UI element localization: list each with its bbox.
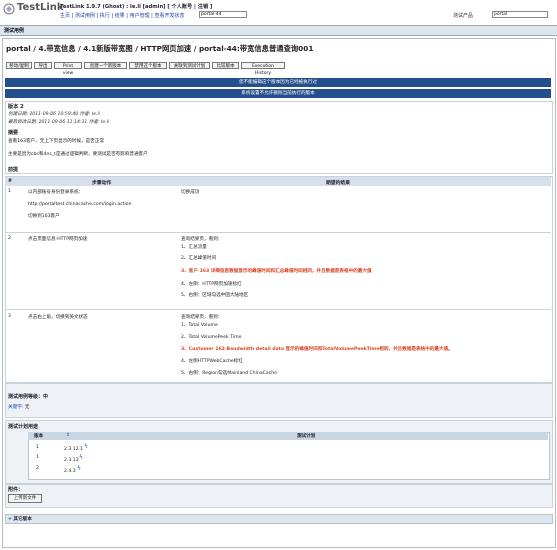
nav-results[interactable]: 结果 xyxy=(115,13,125,19)
importance: 测试用例等级：中 xyxy=(8,394,49,400)
steps-table-header xyxy=(5,177,551,186)
plan-name: 2.3.12.1 xyxy=(64,447,83,452)
nav-execute[interactable]: 执行 xyxy=(100,13,110,19)
created-info: 创建日期: 2011-09-06 10:59:40 作者: le.li xyxy=(8,112,100,117)
nav-users[interactable]: 用户管理 xyxy=(130,13,150,19)
section-bar xyxy=(0,25,557,36)
col-header-expected: 期望的结果 xyxy=(326,181,350,186)
upload-file-button[interactable]: 上传新文件 xyxy=(8,494,42,503)
testplan-usage-label: 测试计划用途 xyxy=(8,424,39,430)
plan-version: 1 xyxy=(36,455,39,460)
keywords: 关键字: 无 xyxy=(8,404,29,410)
modified-info: 最后修改日期: 2011-09-06 11:14:31 作者: le.li xyxy=(8,120,110,125)
other-versions-bar[interactable] xyxy=(5,514,553,524)
step-action: 切换到163客户 xyxy=(28,214,60,219)
nav-home[interactable]: 主页 xyxy=(60,13,70,19)
col-header-testplan: 测试计划 xyxy=(297,434,316,439)
plan-name: 2.3.13 xyxy=(64,458,79,463)
step-action: http://portaltest.chinacache.com/login.a… xyxy=(28,202,132,207)
step-expected: 查询结果页，看到： xyxy=(181,237,223,242)
row-divider xyxy=(5,309,551,310)
nav-dev-status[interactable]: 查看开发状态 xyxy=(154,13,184,19)
create-version-button[interactable]: 创建一个新版本 xyxy=(84,62,127,69)
step-expected: 2、汇总峰值时间 xyxy=(181,256,217,261)
step-expected: 5、右侧：区域勾选中国大陆地区 xyxy=(181,293,249,298)
row-divider xyxy=(5,232,551,233)
step-expected: 5、右侧：Region勾选Mainland ChinaCache xyxy=(181,371,277,376)
summary-text: 主要是因为cbc和dns_t是通过逻辑判断，要测试是否有影响普通客户 xyxy=(8,152,148,157)
step-expected-highlight: 3、Customer 163 Bandwidth detail data 显示的… xyxy=(181,347,453,352)
step-expected: 4、左侧HTTPWebCache标红 xyxy=(181,359,243,364)
testplan-table-header xyxy=(28,432,548,440)
other-versions-label[interactable]: + 其它版本 xyxy=(8,516,32,522)
plan-version: 1 xyxy=(36,445,39,450)
nav-testcases[interactable]: 测试用例 xyxy=(75,13,95,19)
step-expected-highlight: 3、客户 163 详细信息数据显示的峰值时间和汇总峰值时间相同，并且数据是表格中… xyxy=(181,269,372,274)
export-button[interactable]: 导出 xyxy=(34,62,52,69)
main-nav: 主页 | 测试用例 | 执行 | 结果 | 用户管理 | 查看开发状态 xyxy=(60,13,185,19)
summary-label: 摘要 xyxy=(8,130,19,136)
keywords-label: 关键字: xyxy=(8,405,24,410)
testcase-title: portal / 4.带宽信息 / 4.1新版带宽图 / HTTP网页加速 / … xyxy=(6,44,314,53)
step-expected: 2、Total VolumePeek Time xyxy=(181,335,242,340)
attachments-block xyxy=(5,484,553,508)
warning-not-editable: 您不能编辑这个版本因为已经被执行过 xyxy=(5,78,551,87)
step-expected: 1、Total Volume xyxy=(181,323,218,328)
app-version[interactable]: TestLink 1.9.7 (Ghost) : le.li [admin] [… xyxy=(60,3,212,10)
attachments-label: 附件： xyxy=(8,487,24,493)
step-number: 3 xyxy=(8,314,11,319)
step-number: 2 xyxy=(8,236,11,241)
print-view-button[interactable]: Print view xyxy=(54,62,82,76)
plan-version: 2 xyxy=(36,466,39,471)
step-expected: 查询结果页，看到： xyxy=(181,315,223,320)
disable-version-button[interactable]: 禁用这个版本 xyxy=(129,62,167,69)
other-versions-text: 其它版本 xyxy=(13,517,32,522)
warning-not-deletable: 系统设置不允许删除当前执行的版本 xyxy=(5,89,551,98)
testcase-search-input[interactable] xyxy=(199,11,247,18)
col-header-action: 步骤动作 xyxy=(92,181,112,186)
step-action: 点击右上角，切换到英文状态 xyxy=(28,315,88,320)
step-expected: 1、汇总流量 xyxy=(181,245,207,250)
keywords-value: 无 xyxy=(24,405,30,410)
sort-icon[interactable]: ⇕ xyxy=(66,433,70,438)
project-select[interactable]: portal xyxy=(492,11,548,18)
col-header-num: # xyxy=(8,179,13,184)
preconditions-label: 前提 xyxy=(8,167,19,173)
col-header-version: 版本 xyxy=(34,434,44,439)
testlink-logo-icon xyxy=(3,3,15,15)
step-number: 1 xyxy=(8,189,11,194)
link-testplan-button[interactable]: 关联到测试计划 xyxy=(169,62,210,69)
step-expected: 切换成功 xyxy=(181,190,200,195)
move-copy-button[interactable]: 移动/复制 xyxy=(6,62,32,69)
version-label: 版本 2 xyxy=(8,104,24,110)
step-action: 以内部账号身份登录系统： xyxy=(28,190,84,195)
execute-lightning-icon[interactable]: ϟ xyxy=(84,443,88,450)
section-title: 测试用例 xyxy=(4,28,25,34)
logo-text: TestLink xyxy=(17,2,64,13)
step-action: 点击页面信息-HTTP网页加速 xyxy=(28,237,88,242)
plan-name: 2.4.3 xyxy=(64,469,76,474)
step-expected: 4、左侧：HTTP网页加速标红 xyxy=(181,282,242,287)
execution-history-button[interactable]: Execution History xyxy=(241,62,285,76)
execute-lightning-icon[interactable]: ϟ xyxy=(79,454,83,461)
execute-lightning-icon[interactable]: ϟ xyxy=(77,465,81,472)
compare-versions-button[interactable]: 比较版本 xyxy=(212,62,239,69)
summary-text: 查看163客户，无上下页显示的时候，是否正常 xyxy=(8,139,105,144)
expand-icon: + xyxy=(8,517,12,522)
importance-block xyxy=(5,383,553,418)
project-label: 测试产品 xyxy=(453,13,474,19)
